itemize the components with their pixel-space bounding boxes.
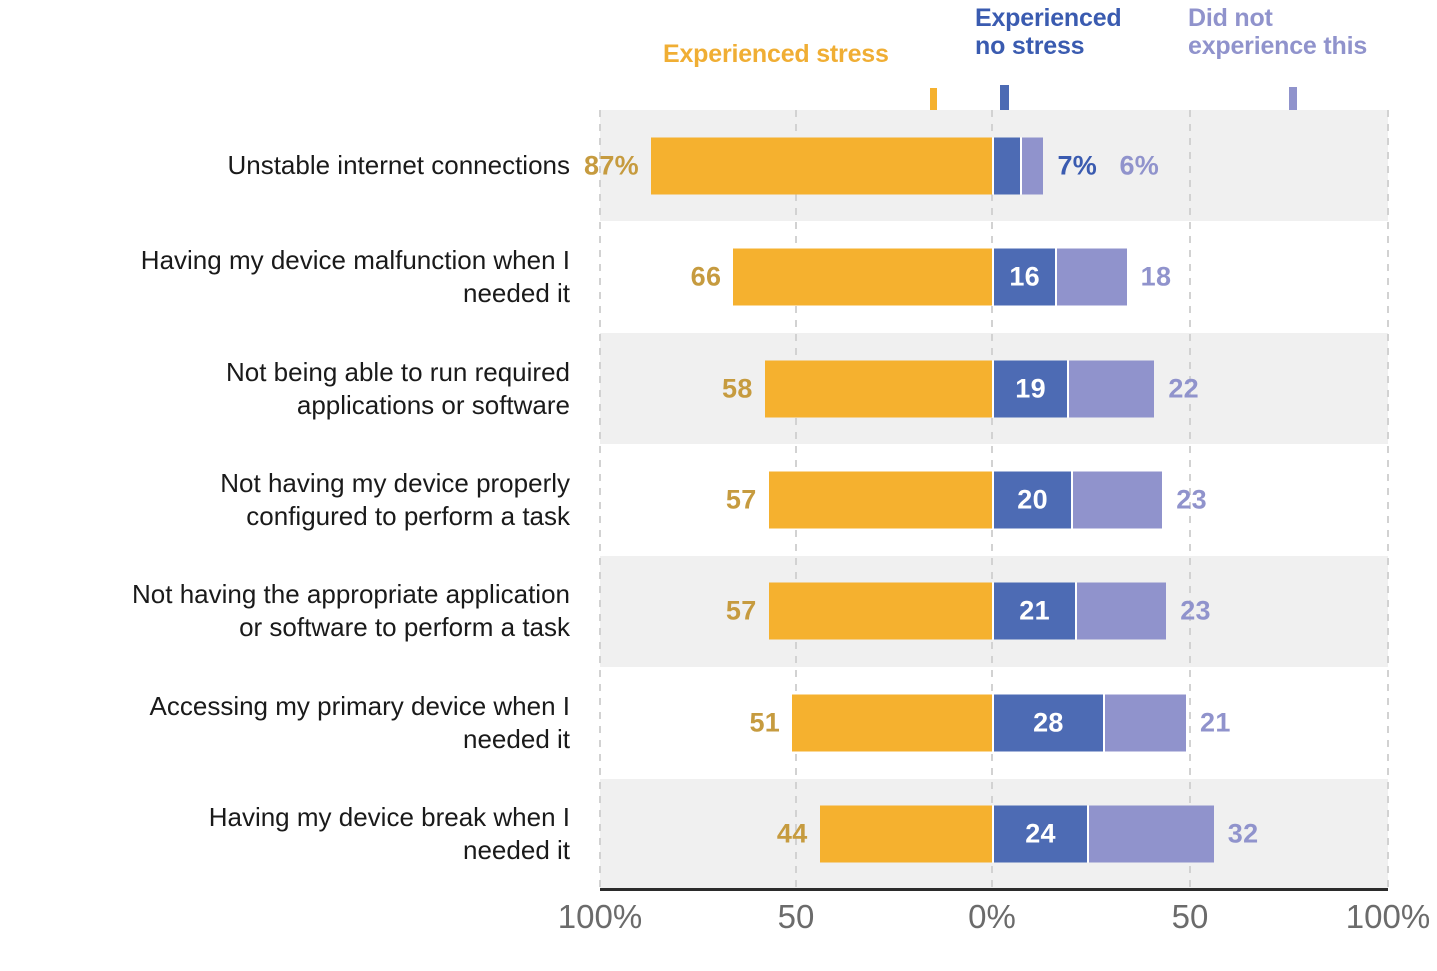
bar-value-experienced-no-stress: 24 <box>1025 818 1056 849</box>
x-tick-label: 0% <box>968 898 1016 935</box>
bar-value-experienced-no-stress: 7% <box>1057 150 1098 181</box>
bar-segment-experienced-no-stress[interactable]: 16 <box>992 248 1056 306</box>
bar-value-experienced-no-stress: 20 <box>1017 484 1048 515</box>
bar-segment-experienced-stress[interactable] <box>650 137 992 195</box>
category-label: Having my device malfunction when I need… <box>140 245 570 309</box>
chart-root: Experienced stress Experienced no stress… <box>0 0 1437 971</box>
bar-segment-experienced-stress[interactable] <box>819 805 992 863</box>
category-label-row: Not having my device properly configured… <box>10 444 570 555</box>
bar-value-experienced-stress: 58 <box>722 373 753 404</box>
bar-value-experienced-no-stress: 19 <box>1015 373 1046 404</box>
category-label-row: Not being able to run required applicati… <box>10 333 570 444</box>
bar-segment-experienced-stress[interactable] <box>768 471 992 529</box>
bar-segment-experienced-stress[interactable] <box>733 248 992 306</box>
bar-segment-experienced-no-stress[interactable]: 28 <box>992 694 1103 752</box>
bar-value-did-not-experience-this: 23 <box>1180 595 1211 626</box>
bar-value-experienced-no-stress: 21 <box>1019 595 1050 626</box>
bar-value-experienced-no-stress: 16 <box>1009 261 1040 292</box>
bar-value-did-not-experience-this: 23 <box>1176 484 1207 515</box>
bar-segment-experienced-no-stress[interactable]: 19 <box>992 360 1068 418</box>
category-axis-labels: Unstable internet connections Having my d… <box>10 110 580 890</box>
bar-segment-experienced-stress[interactable] <box>768 582 992 640</box>
bar-value-experienced-stress: 44 <box>776 818 808 849</box>
bar-value-did-not-experience-this: 22 <box>1168 373 1199 404</box>
bar-row[interactable]: 66 16 18 <box>600 221 1388 332</box>
category-label-row: Unstable internet connections <box>10 110 570 221</box>
x-tick-label: 50 <box>1171 898 1209 935</box>
bar-value-experienced-stress: 66 <box>690 261 722 292</box>
bar-segment-did-not-experience-this[interactable] <box>1071 471 1163 529</box>
bar-value-did-not-experience-this: 6% <box>1119 150 1160 181</box>
bar-row[interactable]: 58 19 22 <box>600 333 1388 444</box>
bar-segment-did-not-experience-this[interactable] <box>1075 582 1167 640</box>
category-label: Not having my device properly configured… <box>220 467 570 531</box>
bar-row[interactable]: 57 21 23 <box>600 556 1388 667</box>
category-label-row: Accessing my primary device when I neede… <box>10 667 570 778</box>
category-label-row: Having my device break when I needed it <box>10 779 570 890</box>
bar-value-did-not-experience-this: 21 <box>1200 707 1231 738</box>
bar-segment-experienced-no-stress[interactable]: 24 <box>992 805 1088 863</box>
bar-value-experienced-stress: 57 <box>725 484 757 515</box>
bar-segment-did-not-experience-this[interactable] <box>1019 137 1044 195</box>
category-label-row: Not having the appropriate application o… <box>10 556 570 667</box>
bar-segment-did-not-experience-this[interactable] <box>1102 694 1187 752</box>
bar-row[interactable]: 44 24 32 <box>600 779 1388 890</box>
bar-value-experienced-no-stress: 28 <box>1033 707 1064 738</box>
x-tick-label: 100% <box>557 898 643 935</box>
x-axis-line <box>600 888 1388 891</box>
bar-value-experienced-stress: 57 <box>725 595 757 626</box>
x-axis-tick-labels: 100% 50 0% 50 100% <box>0 898 1437 958</box>
plot-area: 87% 7% 6% 66 16 18 58 19 22 57 20 23 57 21 23 51 28 21 44 2… <box>584 110 1389 890</box>
category-label: Unstable internet connections <box>227 150 570 181</box>
legend-item-experienced-stress: Experienced stress <box>663 40 889 68</box>
x-tick-label: 100% <box>1345 898 1431 935</box>
bar-segment-experienced-stress[interactable] <box>792 694 992 752</box>
bar-segment-did-not-experience-this[interactable] <box>1055 248 1127 306</box>
bar-row[interactable]: 87% 7% 6% <box>584 110 1388 221</box>
bar-segment-did-not-experience-this[interactable] <box>1067 360 1155 418</box>
category-label: Having my device break when I needed it <box>208 802 570 866</box>
category-label-row: Having my device malfunction when I need… <box>10 221 570 332</box>
bar-value-experienced-stress: 51 <box>749 707 781 738</box>
category-label: Not being able to run required applicati… <box>225 356 570 420</box>
x-tick-label: 50 <box>777 898 815 935</box>
legend-item-did-not-experience-this: Did not experience this <box>1188 4 1368 60</box>
bar-segment-experienced-no-stress[interactable]: 20 <box>992 471 1072 529</box>
legend-item-experienced-no-stress: Experienced no stress <box>975 4 1122 60</box>
bar-segment-did-not-experience-this[interactable] <box>1087 805 1214 863</box>
bar-value-did-not-experience-this: 18 <box>1140 261 1172 292</box>
bar-segment-experienced-no-stress[interactable]: 21 <box>992 582 1076 640</box>
bar-segment-experienced-stress[interactable] <box>764 360 992 418</box>
bar-row[interactable]: 57 20 23 <box>600 444 1388 555</box>
bar-row[interactable]: 51 28 21 <box>600 667 1388 778</box>
bar-value-did-not-experience-this: 32 <box>1227 818 1259 849</box>
bar-segment-experienced-no-stress[interactable] <box>992 137 1020 195</box>
category-label: Accessing my primary device when I neede… <box>149 690 570 754</box>
category-label: Not having the appropriate application o… <box>132 579 570 643</box>
bar-value-experienced-stress: 87% <box>584 150 639 181</box>
